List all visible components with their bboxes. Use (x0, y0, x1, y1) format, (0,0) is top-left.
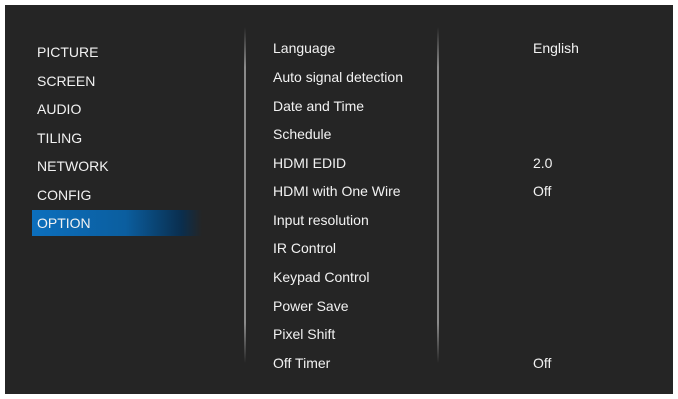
main-item-network[interactable]: NETWORK (32, 153, 202, 179)
option-item-schedule[interactable]: Schedule (273, 121, 331, 147)
main-item-audio[interactable]: AUDIO (32, 96, 202, 122)
option-item-input-resolution[interactable]: Input resolution (273, 207, 369, 233)
option-item-power-save[interactable]: Power Save (273, 293, 348, 319)
column-divider-left (244, 27, 246, 363)
option-item-hdmi-edid[interactable]: HDMI EDID (273, 150, 346, 176)
main-item-tiling[interactable]: TILING (32, 125, 202, 151)
option-item-ir-control[interactable]: IR Control (273, 235, 336, 261)
option-item-off-timer[interactable]: Off Timer (273, 350, 330, 376)
main-item-config[interactable]: CONFIG (32, 182, 202, 208)
value-off-timer: Off (533, 355, 552, 371)
option-item-hdmi-with-one-wire[interactable]: HDMI with One Wire (273, 178, 401, 204)
osd-menu-screen: PICTURE SCREEN AUDIO TILING NETWORK CONF… (5, 5, 673, 394)
column-divider-right (437, 27, 439, 363)
value-language: English (533, 40, 579, 56)
option-item-language[interactable]: Language (273, 35, 335, 61)
option-item-date-and-time[interactable]: Date and Time (273, 93, 364, 119)
value-hdmi-with-one-wire: Off (533, 183, 552, 199)
main-item-option[interactable]: OPTION (32, 210, 202, 236)
option-item-keypad-control[interactable]: Keypad Control (273, 264, 370, 290)
option-item-auto-signal-detection[interactable]: Auto signal detection (273, 64, 403, 90)
main-item-screen[interactable]: SCREEN (32, 68, 202, 94)
value-hdmi-edid: 2.0 (533, 155, 553, 171)
option-item-pixel-shift[interactable]: Pixel Shift (273, 321, 335, 347)
main-item-picture[interactable]: PICTURE (32, 39, 202, 65)
